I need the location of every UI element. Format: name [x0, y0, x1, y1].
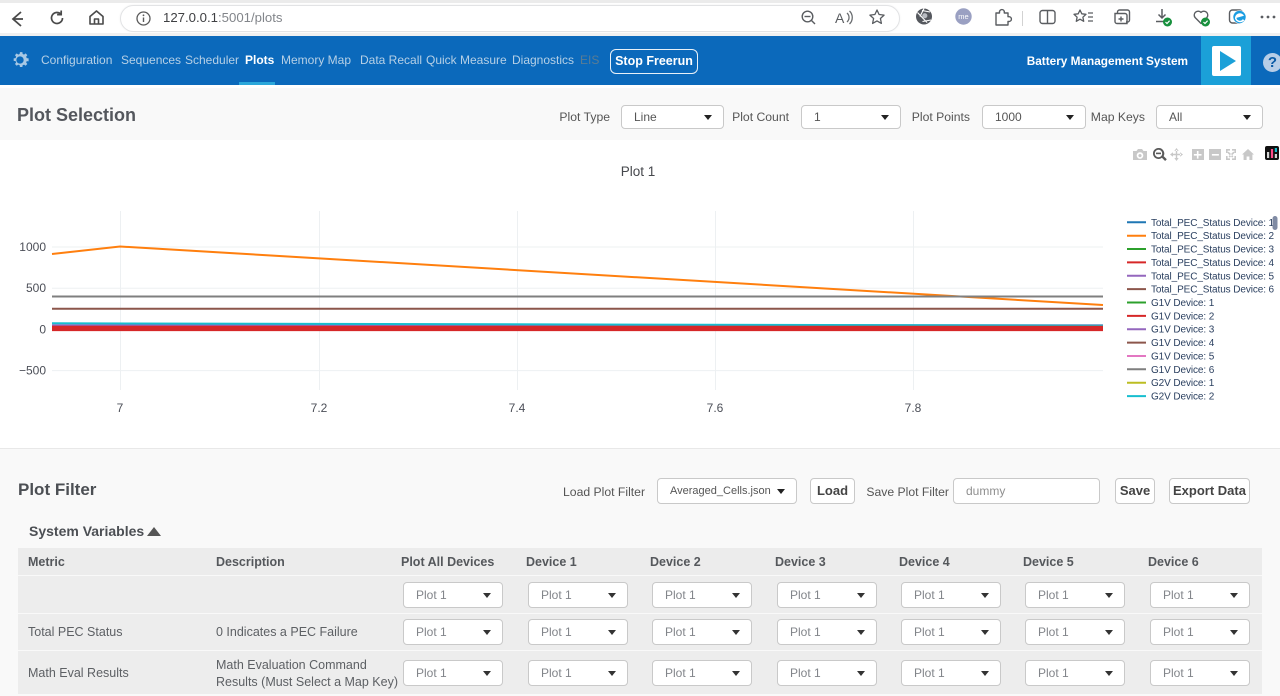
svg-text:Plot 1: Plot 1 — [621, 164, 656, 179]
svg-text:Total_PEC_Status Device: 6: Total_PEC_Status Device: 6 — [1151, 285, 1275, 296]
svg-text:Total_PEC_Status Device: 3: Total_PEC_Status Device: 3 — [1151, 245, 1275, 256]
svg-text:G1V Device: 5: G1V Device: 5 — [1151, 352, 1215, 363]
svg-text:G2V Device: 1: G2V Device: 1 — [1151, 378, 1215, 389]
svg-text:Total_PEC_Status Device: 2: Total_PEC_Status Device: 2 — [1151, 231, 1275, 242]
svg-text:0: 0 — [39, 322, 46, 336]
svg-text:G1V Device: 6: G1V Device: 6 — [1151, 365, 1215, 376]
svg-text:Total_PEC_Status Device: 5: Total_PEC_Status Device: 5 — [1151, 271, 1275, 282]
svg-text:500: 500 — [26, 281, 46, 295]
svg-text:7.4: 7.4 — [509, 401, 526, 415]
svg-text:G1V Device: 1: G1V Device: 1 — [1151, 298, 1215, 309]
svg-text:Total_PEC_Status Device: 4: Total_PEC_Status Device: 4 — [1151, 258, 1275, 269]
svg-text:A: A — [835, 10, 845, 26]
svg-text:7: 7 — [117, 401, 124, 415]
svg-text:7.2: 7.2 — [311, 401, 328, 415]
svg-text:G1V Device: 2: G1V Device: 2 — [1151, 311, 1215, 322]
svg-text:G1V Device: 4: G1V Device: 4 — [1151, 338, 1215, 349]
svg-text:me: me — [958, 12, 968, 21]
svg-text:7.6: 7.6 — [707, 401, 724, 415]
svg-text:7.8: 7.8 — [905, 401, 922, 415]
svg-text:−500: −500 — [19, 364, 46, 378]
svg-text:Total_PEC_Status Device: 1: Total_PEC_Status Device: 1 — [1151, 218, 1275, 229]
svg-text:1000: 1000 — [19, 240, 46, 254]
svg-text:G1V Device: 3: G1V Device: 3 — [1151, 325, 1215, 336]
svg-text:G2V Device: 2: G2V Device: 2 — [1151, 392, 1215, 403]
